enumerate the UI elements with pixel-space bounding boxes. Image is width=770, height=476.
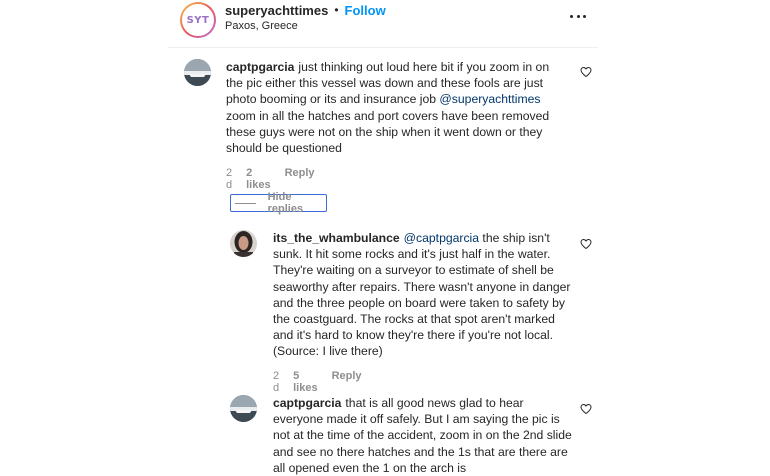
comment-text-part: zoom in all the hatches and port covers … (226, 108, 550, 156)
comment-likes[interactable]: 2 likes (246, 167, 270, 191)
comment-time[interactable]: 2 d (226, 167, 232, 191)
heart-icon[interactable] (580, 66, 592, 78)
reply-meta: 2 d 5 likes Reply (273, 370, 362, 394)
heart-icon[interactable] (580, 403, 592, 415)
hide-replies-button[interactable]: Hide replies (230, 191, 327, 215)
reply-text: its_the_whambulance @captpgarcia the ship… (273, 230, 573, 360)
heart-icon[interactable] (580, 238, 592, 250)
reply-username[interactable]: captpgarcia (273, 396, 341, 410)
reply-likes[interactable]: 5 likes (293, 370, 317, 394)
divider-line (235, 202, 256, 204)
comments-panel: SYT superyachttimes • Follow Paxos, Gree… (168, 0, 598, 475)
reply-mention[interactable]: @captpgarcia (404, 231, 479, 245)
more-options-icon[interactable] (570, 8, 586, 24)
comment-text: captpgarcia just thinking out loud here b… (226, 59, 566, 156)
account-username[interactable]: superyachttimes (225, 3, 328, 18)
separator-dot: • (334, 3, 339, 17)
comment-mention[interactable]: @superyachttimes (439, 92, 540, 106)
reply-button[interactable]: Reply (332, 370, 362, 394)
follow-button[interactable]: Follow (345, 3, 386, 18)
hide-replies-label: Hide replies (267, 191, 304, 215)
post-header: SYT superyachttimes • Follow Paxos, Gree… (168, 0, 598, 48)
replier-avatar[interactable] (230, 230, 257, 257)
commenter-avatar[interactable] (184, 59, 211, 86)
reply-text: captpgarcia that is all good news glad to… (273, 395, 573, 476)
post-location[interactable]: Paxos, Greece (225, 20, 298, 32)
reply-button[interactable]: Reply (285, 167, 315, 191)
reply-username[interactable]: its_the_whambulance (273, 231, 400, 245)
comment-meta: 2 d 2 likes Reply (226, 167, 315, 191)
reply-text-part: the ship isn't sunk. It hit some rocks a… (273, 231, 571, 359)
account-logo: SYT (186, 14, 210, 26)
reply-time[interactable]: 2 d (273, 370, 279, 394)
username-row: superyachttimes • Follow (225, 2, 386, 18)
replier-avatar[interactable] (230, 395, 257, 422)
comment-username[interactable]: captpgarcia (226, 60, 294, 74)
account-avatar[interactable]: SYT (180, 2, 216, 38)
